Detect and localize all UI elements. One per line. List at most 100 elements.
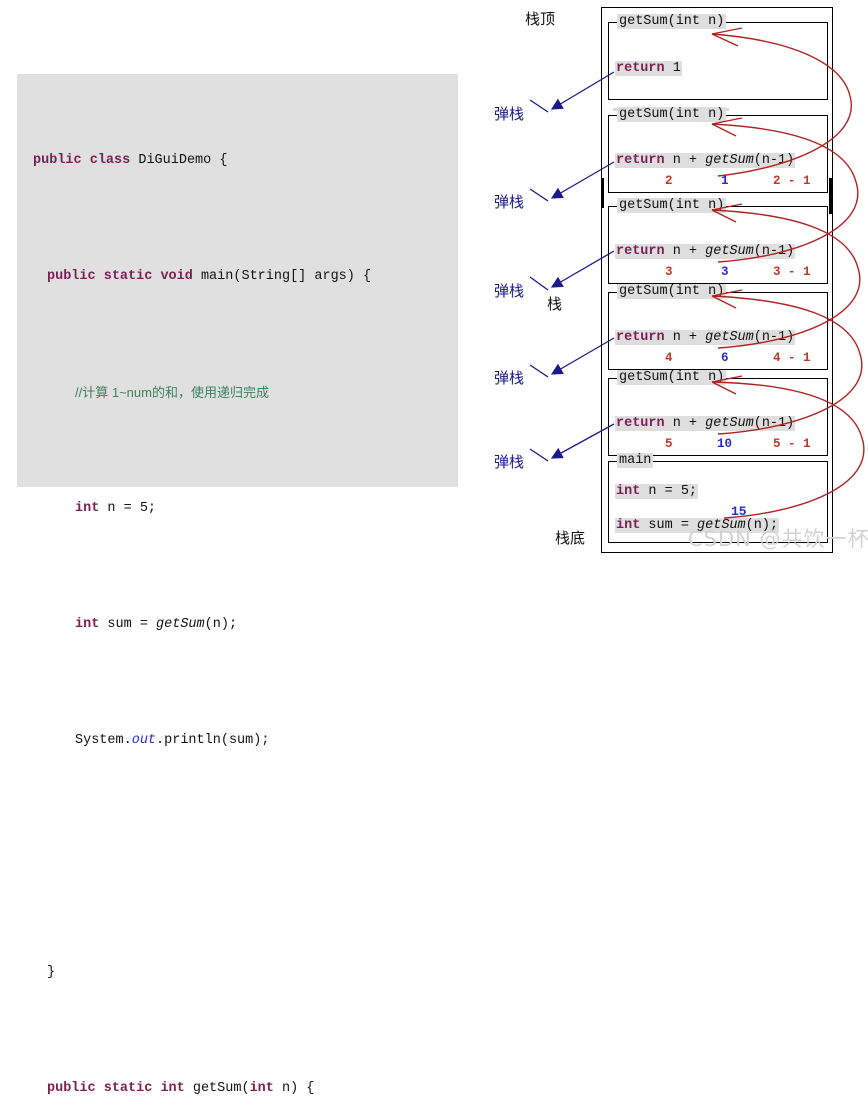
decl-sum: sum = (107, 617, 157, 632)
frame-4-call-getsum: getSum (705, 330, 754, 345)
method-main: main (200, 269, 234, 284)
frame-4-return-head: n + (664, 330, 706, 345)
frame-4-call-arg: (n-1) (753, 330, 795, 345)
frame-2-keyword-return: return (616, 153, 665, 168)
label-pop-3: 弹栈 (494, 282, 525, 300)
frame-3-call-getsum: getSum (705, 244, 754, 259)
frame-main-keyword-int-1: int (616, 484, 641, 499)
frame-1-keyword-return: return (616, 61, 665, 76)
frame-2-num-result: 1 (721, 174, 729, 188)
label-pop-2: 弹栈 (494, 193, 525, 211)
code-line-2: public static void main(String[] args) { (17, 262, 458, 291)
keyword-public: public (33, 153, 82, 168)
frame-2-call-arg: (n-1) (753, 153, 795, 168)
keyword-public-3: public (47, 1081, 96, 1096)
frame-5-return-expr: return n + getSum(n-1) (615, 416, 796, 431)
frame-5-return-head: n + (664, 416, 706, 431)
frame-5-body: return n + getSum(n-1) (615, 416, 796, 431)
frame-2-num-n: 2 (665, 174, 673, 188)
keyword-static: static (103, 269, 153, 284)
class-name: DiGuiDemo (138, 153, 212, 168)
frame-4-num-arg: 4 - 1 (773, 351, 811, 365)
label-pop-4: 弹栈 (494, 369, 525, 387)
frame-1-return-expr: return 1 (615, 61, 682, 76)
stack-edge-tick-left-1 (601, 178, 604, 208)
stack-edge-tick-right-1 (829, 178, 832, 208)
frame-4-keyword-return: return (616, 330, 665, 345)
frame-5-call-arg: (n-1) (753, 416, 795, 431)
frame-2-num-arg: 2 - 1 (773, 174, 811, 188)
frame-5-title: getSum(int n) (617, 370, 727, 385)
frame-4-title: getSum(int n) (617, 284, 727, 299)
brace-open-1: { (219, 153, 228, 168)
frame-4-num-result: 6 (721, 351, 729, 365)
call-getsum-main-args: (n); (204, 617, 238, 632)
frame-4-num-n: 4 (665, 351, 673, 365)
frame-2-title: getSum(int n) (617, 107, 727, 122)
frame-3-return-expr: return n + getSum(n-1) (615, 244, 796, 259)
keyword-int-2: int (75, 617, 100, 632)
frame-1-body: return 1 (615, 61, 682, 76)
frame-main-decl-n: int n = 5; (615, 484, 699, 499)
stack-diagram: getSum(int n) return 1 getSum(int n) ret… (490, 0, 868, 559)
keyword-static-2: static (103, 1081, 153, 1096)
frame-5-call-getsum: getSum (705, 416, 754, 431)
code-line-7-blank (17, 842, 458, 871)
comment-text: //计算 1~num的和，使用递归完成 (75, 385, 269, 400)
main-args: (String[] args) { (233, 269, 372, 284)
frame-2-call-getsum: getSum (705, 153, 754, 168)
stack-frame-5: getSum(int n) return n + getSum(n-1) 5 1… (608, 370, 828, 456)
code-line-8: } (17, 958, 458, 987)
label-pop-1: 弹栈 (494, 105, 525, 123)
getsum-params: (int n) { (241, 1081, 315, 1096)
keyword-int-1: int (75, 501, 100, 516)
frame-4-body: return n + getSum(n-1) (615, 330, 796, 345)
frame-5-num-n: 5 (665, 437, 673, 451)
system-object: System. (75, 733, 132, 748)
frame-main-keyword-int-2: int (616, 518, 641, 533)
frame-2-return-head: n + (664, 153, 706, 168)
code-line-9: public static int getSum(int n) { (17, 1074, 458, 1103)
frame-3-title: getSum(int n) (617, 198, 727, 213)
label-pop-5: 弹栈 (494, 453, 525, 471)
keyword-class: class (89, 153, 131, 168)
watermark: CSDN @共饮一杯 (688, 527, 868, 551)
diagram-root: public class DiGuiDemo { public static v… (0, 0, 868, 1096)
keyword-public-2: public (47, 269, 96, 284)
stack-edge-tick-right-2 (829, 208, 832, 214)
frame-3-body: return n + getSum(n-1) (615, 244, 796, 259)
keyword-int-param: int (249, 1081, 274, 1096)
code-line-4: int n = 5; (17, 494, 458, 523)
label-stack-top: 栈顶 (525, 10, 556, 28)
frame-2-return-expr: return n + getSum(n-1) (615, 153, 796, 168)
system-out-field: out (131, 733, 157, 748)
frame-3-num-arg: 3 - 1 (773, 265, 811, 279)
frame-main-n-value: n = 5; (640, 484, 698, 499)
frame-3-call-arg: (n-1) (753, 244, 795, 259)
frame-main-title: main (617, 453, 654, 468)
code-line-6: System.out.println(sum); (17, 726, 458, 755)
frame-1-return-value: 1 (664, 61, 681, 76)
stack-frame-1: getSum(int n) return 1 (608, 14, 828, 100)
frame-3-keyword-return: return (616, 244, 665, 259)
code-line-3-comment: //计算 1~num的和，使用递归完成 (17, 378, 458, 407)
pop-arrow-tails (529, 99, 549, 462)
frame-1-title: getSum(int n) (617, 14, 727, 29)
call-getsum-main: getSum (156, 617, 205, 632)
label-stack-bottom: 栈底 (555, 529, 586, 547)
frame-5-num-arg: 5 - 1 (773, 437, 811, 451)
code-line-5: int sum = getSum(n); (17, 610, 458, 639)
frame-5-num-result: 10 (717, 437, 733, 451)
label-stack: 栈 (547, 295, 563, 313)
stack-frame-4: getSum(int n) return n + getSum(n-1) 4 6… (608, 284, 828, 370)
method-getsum-decl: getSum (192, 1081, 242, 1096)
system-println-call: .println(sum); (156, 733, 270, 748)
brace-close-main: } (47, 965, 56, 980)
frame-main-line-1: int n = 5; (615, 484, 699, 499)
frame-5-keyword-return: return (616, 416, 665, 431)
frame-3-num-result: 3 (721, 265, 729, 279)
frame-3-return-head: n + (664, 244, 706, 259)
keyword-int-3: int (160, 1081, 185, 1096)
frame-2-body: return n + getSum(n-1) (615, 153, 796, 168)
stack-frame-3: getSum(int n) return n + getSum(n-1) 3 3… (608, 198, 828, 284)
